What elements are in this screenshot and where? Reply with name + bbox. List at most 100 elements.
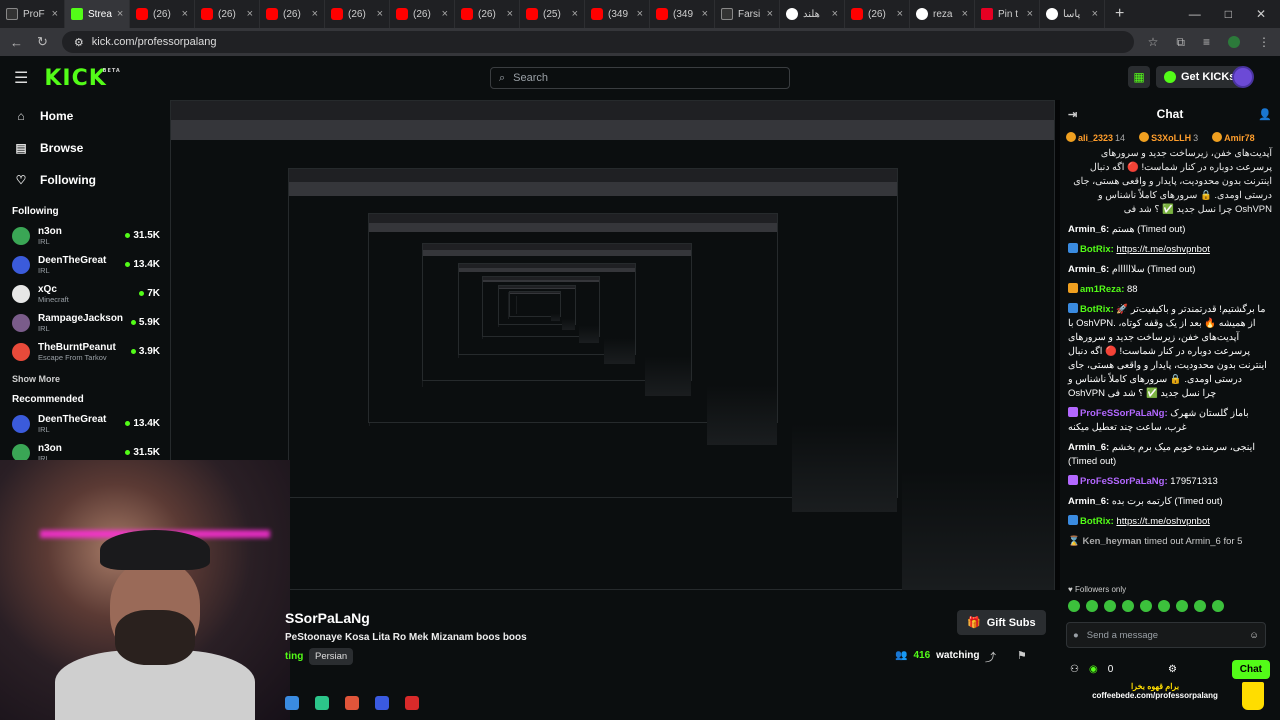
chat-username[interactable]: BotRix:	[1080, 516, 1114, 527]
emote[interactable]	[1140, 600, 1152, 612]
emote[interactable]	[1194, 600, 1206, 612]
close-tab-icon[interactable]: ×	[52, 8, 58, 20]
close-tab-icon[interactable]: ×	[962, 8, 968, 20]
browser-tab[interactable]: (25) ×	[520, 0, 585, 28]
emote[interactable]	[1104, 600, 1116, 612]
sidebar-nav-home[interactable]: ⌂ Home	[0, 100, 170, 132]
hamburger-menu-icon[interactable]: ☰	[14, 68, 28, 88]
show-more-link[interactable]: Show More	[0, 374, 170, 384]
close-tab-icon[interactable]: ×	[117, 8, 123, 20]
close-tab-icon[interactable]: ×	[832, 8, 838, 20]
channel-name[interactable]: SSorPaLaNg	[285, 610, 370, 626]
emote[interactable]	[1086, 600, 1098, 612]
browser-tab[interactable]: (26) ×	[845, 0, 910, 28]
browser-tab[interactable]: پاسا ×	[1040, 0, 1105, 28]
sidebar-channel[interactable]: n3on IRL 31.5K	[0, 221, 170, 250]
sidebar-nav-following[interactable]: ♡ Following	[0, 164, 170, 196]
close-tab-icon[interactable]: ×	[572, 8, 578, 20]
kick-logo[interactable]: KICK BETA	[44, 66, 119, 91]
close-tab-icon[interactable]: ×	[767, 8, 773, 20]
chat-username[interactable]: ProFeSSorPaLaNg:	[1080, 408, 1168, 419]
sidebar-channel[interactable]: TheBurntPeanut Escape From Tarkov 3.9K	[0, 337, 170, 366]
chat-users-icon[interactable]: 👤	[1258, 108, 1272, 121]
wallet-icon[interactable]: ▦	[1128, 66, 1150, 88]
close-tab-icon[interactable]: ×	[247, 8, 253, 20]
extensions-icon[interactable]: ⧉	[1176, 35, 1185, 50]
share-icon[interactable]: ⤴	[985, 649, 996, 665]
chat-username[interactable]: BotRix:	[1080, 244, 1114, 255]
chat-username[interactable]: Ken_heyman	[1082, 536, 1141, 547]
browser-tab[interactable]: (26) ×	[260, 0, 325, 28]
close-tab-icon[interactable]: ×	[312, 8, 318, 20]
close-window-icon[interactable]: ✕	[1256, 7, 1266, 21]
browser-tab[interactable]: Pin t ×	[975, 0, 1040, 28]
language-tag[interactable]: Persian	[309, 648, 354, 665]
browser-tab[interactable]: (26) ×	[195, 0, 260, 28]
bookmark-star-icon[interactable]: ☆	[1148, 35, 1159, 49]
get-kicks-button[interactable]: Get KICKs	[1156, 66, 1244, 88]
close-tab-icon[interactable]: ×	[1027, 8, 1033, 20]
browser-tab[interactable]: (349 ×	[585, 0, 650, 28]
collapse-chat-icon[interactable]: ⇥	[1068, 108, 1077, 121]
browser-tab[interactable]: Farsi ×	[715, 0, 780, 28]
top-gifter[interactable]: Amir78	[1212, 132, 1257, 143]
media-icon[interactable]: ≡	[1203, 35, 1210, 49]
chat-username[interactable]: Armin_6:	[1068, 264, 1109, 275]
search-input[interactable]: ⌕ Search	[490, 67, 790, 89]
gift-subs-button[interactable]: 🎁 Gift Subs	[957, 610, 1046, 635]
browser-tab[interactable]: (349 ×	[650, 0, 715, 28]
minimize-icon[interactable]: —	[1189, 7, 1201, 21]
back-icon[interactable]: ←	[10, 35, 23, 50]
browser-tab[interactable]: reza ×	[910, 0, 975, 28]
chat-send-button[interactable]: Chat	[1231, 660, 1270, 679]
sidebar-channel[interactable]: DeenTheGreat IRL 13.4K	[0, 250, 170, 279]
user-avatar[interactable]	[1232, 66, 1254, 88]
coffee-cup-icon[interactable]	[1242, 682, 1264, 710]
browser-tab[interactable]: ProF ×	[0, 0, 65, 28]
top-gifter[interactable]: ali_2323 14	[1066, 132, 1125, 143]
chat-username[interactable]: Armin_6:	[1068, 442, 1109, 453]
menu-icon[interactable]: ⋮	[1258, 35, 1270, 49]
chat-username[interactable]: Armin_6:	[1068, 496, 1109, 507]
emote[interactable]	[1068, 600, 1080, 612]
browser-tab[interactable]: Strea ×	[65, 0, 130, 28]
close-tab-icon[interactable]: ×	[507, 8, 513, 20]
follow-icon[interactable]: ⚑	[1017, 649, 1027, 662]
close-tab-icon[interactable]: ×	[1092, 8, 1098, 20]
browser-tab[interactable]: (26) ×	[130, 0, 195, 28]
close-tab-icon[interactable]: ×	[897, 8, 903, 20]
new-tab-button[interactable]: +	[1105, 5, 1134, 23]
close-tab-icon[interactable]: ×	[637, 8, 643, 20]
maximize-icon[interactable]: □	[1225, 7, 1232, 21]
site-info-icon[interactable]: ⚙	[74, 36, 84, 49]
chat-username[interactable]: ProFeSSorPaLaNg:	[1080, 476, 1168, 487]
emote[interactable]	[1122, 600, 1134, 612]
browser-tab[interactable]: (26) ×	[455, 0, 520, 28]
top-gifter[interactable]: S3XoLLH 3	[1139, 132, 1198, 143]
url-field[interactable]: ⚙ kick.com/professorpalang	[61, 31, 1134, 53]
chat-username[interactable]: BotRix:	[1080, 304, 1114, 315]
close-tab-icon[interactable]: ×	[182, 8, 188, 20]
chat-link[interactable]: https://t.me/oshvpnbot	[1116, 516, 1209, 527]
profile-icon[interactable]	[1228, 36, 1240, 48]
emote[interactable]	[1212, 600, 1224, 612]
chat-link[interactable]: https://t.me/oshvpnbot	[1116, 244, 1209, 255]
reload-icon[interactable]: ↻	[37, 34, 48, 50]
close-tab-icon[interactable]: ×	[442, 8, 448, 20]
emote[interactable]	[1158, 600, 1170, 612]
chatters-icon[interactable]: ⚇	[1070, 664, 1079, 675]
sidebar-channel[interactable]: xQc Minecraft 7K	[0, 279, 170, 308]
settings-gear-icon[interactable]: ⚙	[1168, 664, 1177, 675]
stream-video-player[interactable]	[170, 100, 1060, 590]
chat-username[interactable]: am1Reza:	[1080, 284, 1124, 295]
sidebar-channel[interactable]: DeenTheGreat IRL 13.4K	[0, 409, 170, 438]
close-tab-icon[interactable]: ×	[702, 8, 708, 20]
chat-message-input[interactable]: ● Send a message ☺	[1066, 622, 1266, 648]
emoji-icon[interactable]: ☺	[1249, 630, 1259, 641]
browser-tab[interactable]: (26) ×	[325, 0, 390, 28]
close-tab-icon[interactable]: ×	[377, 8, 383, 20]
sidebar-nav-browse[interactable]: ▤ Browse	[0, 132, 170, 164]
chat-username[interactable]: Armin_6:	[1068, 224, 1109, 235]
browser-tab[interactable]: (26) ×	[390, 0, 455, 28]
browser-tab[interactable]: هلند ×	[780, 0, 845, 28]
